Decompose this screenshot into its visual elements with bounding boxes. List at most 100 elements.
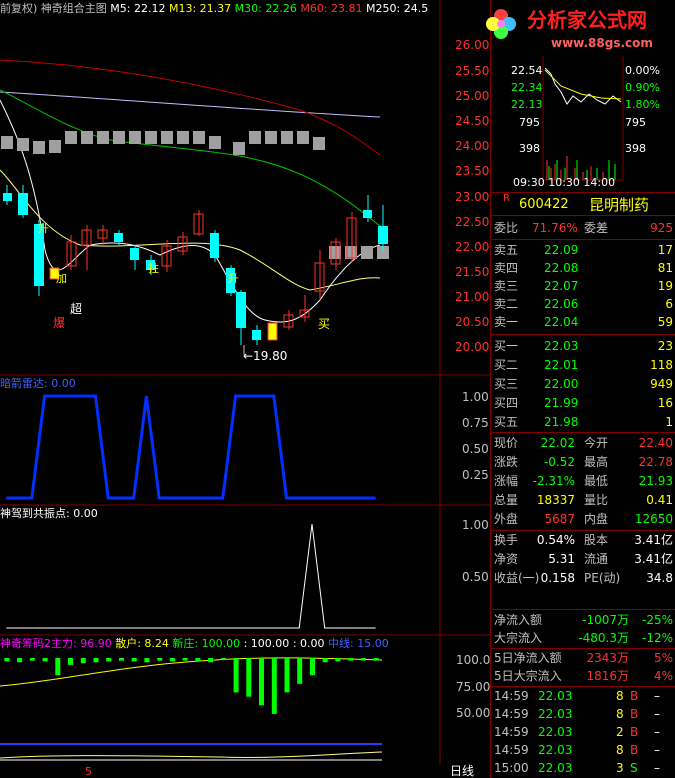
fin-value: 0.54% bbox=[536, 533, 575, 547]
flow-row: 净流入额 -1007万 -25% bbox=[492, 611, 675, 629]
buy-row[interactable]: 买五 21.98 1 bbox=[492, 413, 675, 433]
tick-row: 14:59 22.03 8 B – bbox=[492, 687, 675, 705]
ind3-bar bbox=[68, 658, 73, 665]
quote-row: 涨幅 -2.31% 最低 21.93 bbox=[492, 472, 675, 490]
ind3-bar bbox=[119, 658, 124, 661]
legend-ma13: M13: 21.37 bbox=[168, 2, 232, 15]
flow-label: 5日净流入额 bbox=[494, 651, 562, 665]
fin-row: 净资 5.31 流通 3.41亿 bbox=[492, 550, 675, 568]
ind3-bar bbox=[297, 658, 303, 684]
tick-row: 14:59 22.03 2 B – bbox=[492, 723, 675, 741]
ind3-bar bbox=[271, 658, 277, 714]
quote-value2: 21.93 bbox=[638, 474, 673, 488]
ind3-legend: 神奇筹码2主力: 96.90 散户: 8.24 新庄: 100.00 : 100… bbox=[0, 637, 389, 650]
indicator2-panel[interactable]: 神驾到共振点: 0.00 1.00 0.50 bbox=[0, 506, 490, 636]
ind3-bar bbox=[348, 658, 354, 661]
mini-vol: 795 bbox=[519, 116, 540, 129]
ind3-bar bbox=[80, 658, 86, 664]
sell-vol: 17 bbox=[657, 243, 673, 257]
fin-row: 换手 0.54% 股本 3.41亿 bbox=[492, 531, 675, 549]
quote-label2: 今开 bbox=[584, 436, 609, 450]
price-tick: 21.50 bbox=[455, 265, 490, 279]
buy-price: 22.03 bbox=[544, 339, 579, 353]
fin-row: 收益(一) 0.158 PE(动) 34.8 bbox=[492, 569, 675, 610]
buy-label: 买三 bbox=[494, 377, 519, 391]
ind1-tick: 0.50 bbox=[462, 442, 489, 456]
buy-price: 22.01 bbox=[544, 358, 579, 372]
main-chart-panel[interactable]: 26.00 25.50 25.00 24.50 24.00 23.50 23.0… bbox=[0, 0, 490, 376]
tick-vol: 8 bbox=[616, 743, 624, 757]
ind3-bar bbox=[208, 658, 214, 663]
tick-vol: 8 bbox=[616, 689, 624, 703]
ind3-bar bbox=[106, 658, 112, 662]
quote-label2: 最高 bbox=[584, 455, 609, 469]
mini-chart[interactable]: 22.54 22.34 22.13 795 398 0.00% 0.90% 1.… bbox=[491, 56, 675, 190]
mini-vol: 398 bbox=[519, 142, 540, 155]
bottom-axis: 5 日线 bbox=[0, 764, 490, 778]
fin-value: 0.158 bbox=[540, 571, 575, 585]
logo-url: www.88gs.com bbox=[551, 36, 653, 50]
sell-row[interactable]: 卖四 22.08 81 bbox=[492, 259, 675, 277]
weicha-value: 925 bbox=[650, 221, 673, 235]
legend-ma5: M5: 22.12 bbox=[110, 2, 166, 15]
sell-price: 22.08 bbox=[544, 261, 579, 275]
ind2-line bbox=[6, 523, 376, 629]
mini-vol-r: 795 bbox=[625, 116, 646, 129]
logo-flower-icon bbox=[486, 9, 516, 39]
buy-row[interactable]: 买一 22.03 23 bbox=[492, 337, 675, 355]
quote-row: 总量 18337 量比 0.41 bbox=[492, 491, 675, 509]
ind1-tick: 1.00 bbox=[462, 390, 489, 404]
weibi-label: 委比 bbox=[494, 221, 519, 235]
tick-side: S bbox=[630, 761, 638, 775]
fin-value: 5.31 bbox=[548, 552, 575, 566]
sell-price: 22.04 bbox=[544, 315, 579, 329]
tick-price: 22.03 bbox=[538, 689, 573, 703]
buy-price: 21.99 bbox=[544, 396, 579, 410]
weicha-label: 委差 bbox=[584, 221, 609, 235]
legend-ma30: M30: 22.26 bbox=[234, 2, 297, 15]
ind3-bar bbox=[284, 658, 290, 693]
ind3-legend-main: 神奇筹码2主力: 96.90 bbox=[0, 637, 112, 650]
buy-price: 21.98 bbox=[544, 415, 579, 429]
quote-label: 外盘 bbox=[494, 512, 519, 526]
mini-price: 22.34 bbox=[511, 81, 543, 94]
ind3-tick: 50.00 bbox=[456, 706, 491, 720]
indicator1-panel[interactable]: 暗箭雷达: 0.00 1.00 0.75 0.50 0.25 bbox=[0, 376, 490, 506]
sell-row[interactable]: 卖五 22.09 17 bbox=[492, 241, 675, 259]
tick-price: 22.03 bbox=[538, 743, 573, 757]
fin-value2: 34.8 bbox=[646, 571, 673, 585]
weibi-row: 委比 71.76% 委差 925 bbox=[492, 219, 675, 240]
sell-price: 22.07 bbox=[544, 279, 579, 293]
indicator3-panel[interactable]: 神奇筹码2主力: 96.90 散户: 8.24 新庄: 100.00 : 100… bbox=[0, 636, 490, 764]
stock-name: 昆明制药 bbox=[589, 196, 650, 214]
flow-label: 净流入额 bbox=[494, 613, 543, 627]
price-tick: 24.50 bbox=[455, 114, 490, 128]
ind3-legend-4: : 100.00 bbox=[243, 637, 290, 650]
mini-pct: 1.80% bbox=[625, 98, 660, 111]
sell-row[interactable]: 卖三 22.07 19 bbox=[492, 277, 675, 295]
quote-row: 涨跌 -0.52 最高 22.78 bbox=[492, 453, 675, 471]
buy-row[interactable]: 买四 21.99 16 bbox=[492, 394, 675, 412]
ind3-legend-retail: 散户: 8.24 bbox=[115, 637, 169, 650]
flow-value: -1007万 bbox=[582, 613, 629, 627]
annot-mai: 买 bbox=[318, 317, 331, 331]
period-tab[interactable]: 日线 bbox=[450, 764, 474, 778]
flow-pct: -12% bbox=[641, 631, 673, 645]
quote-value2: 0.41 bbox=[646, 493, 673, 507]
tick-row: 14:59 22.03 8 B – bbox=[492, 741, 675, 759]
fin-label: 净资 bbox=[494, 552, 519, 566]
quote-value: 18337 bbox=[536, 493, 575, 507]
tick-extra: – bbox=[654, 707, 660, 721]
ind3-bar bbox=[233, 658, 239, 693]
fin-label2: 股本 bbox=[584, 533, 609, 547]
buy-row[interactable]: 买二 22.01 118 bbox=[492, 356, 675, 374]
mini-price: 22.13 bbox=[511, 98, 543, 111]
buy-row[interactable]: 买三 22.00 949 bbox=[492, 375, 675, 393]
sell-row[interactable]: 卖一 22.04 59 bbox=[492, 313, 675, 335]
flow-label: 大宗流入 bbox=[494, 631, 543, 645]
ind3-bar bbox=[335, 658, 341, 662]
logo: 分析家公式网 www.88gs.com bbox=[486, 0, 675, 56]
flow-row: 5日大宗流入 1816万 4% bbox=[492, 667, 675, 687]
logo-title: 分析家公式网 bbox=[527, 8, 647, 32]
sell-row[interactable]: 卖二 22.06 6 bbox=[492, 295, 675, 313]
